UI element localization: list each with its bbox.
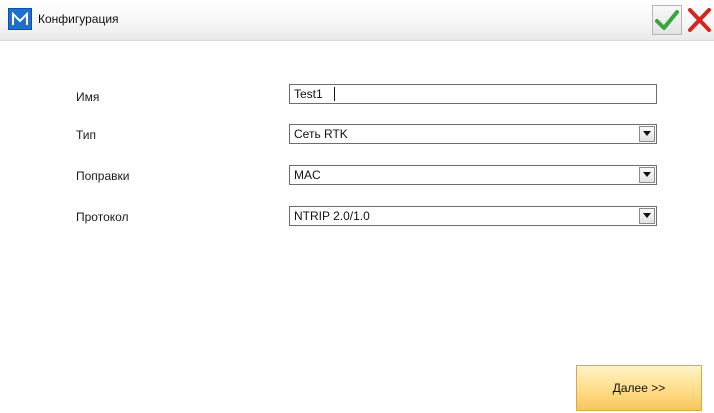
type-select[interactable]: Сеть RTK [289, 124, 657, 144]
name-input-value: Test1 [294, 87, 323, 101]
text-cursor [334, 87, 335, 101]
name-input[interactable]: Test1 [289, 84, 657, 104]
window-title: Конфигурация [38, 12, 119, 26]
type-dropdown-button[interactable] [639, 126, 655, 142]
close-icon [688, 8, 711, 32]
cancel-button[interactable] [684, 5, 714, 35]
app-logo-icon [8, 8, 32, 30]
name-label: Имя [76, 90, 100, 104]
chevron-down-icon [643, 131, 651, 136]
chevron-down-icon [643, 213, 651, 218]
protocol-dropdown-button[interactable] [639, 208, 655, 224]
ok-button[interactable] [652, 5, 682, 35]
corrections-label: Поправки [76, 169, 130, 183]
corrections-dropdown-button[interactable] [639, 167, 655, 183]
next-button[interactable]: Далее >> [576, 365, 702, 411]
protocol-select-value: NTRIP 2.0/1.0 [294, 209, 370, 223]
chevron-down-icon [643, 172, 651, 177]
type-label: Тип [76, 128, 97, 142]
type-select-value: Сеть RTK [294, 127, 348, 141]
protocol-label: Протокол [76, 210, 129, 224]
corrections-select-value: MAC [294, 168, 321, 182]
title-bar: Конфигурация [0, 0, 714, 41]
protocol-select[interactable]: NTRIP 2.0/1.0 [289, 206, 657, 226]
corrections-select[interactable]: MAC [289, 165, 657, 185]
checkmark-icon [655, 10, 679, 30]
